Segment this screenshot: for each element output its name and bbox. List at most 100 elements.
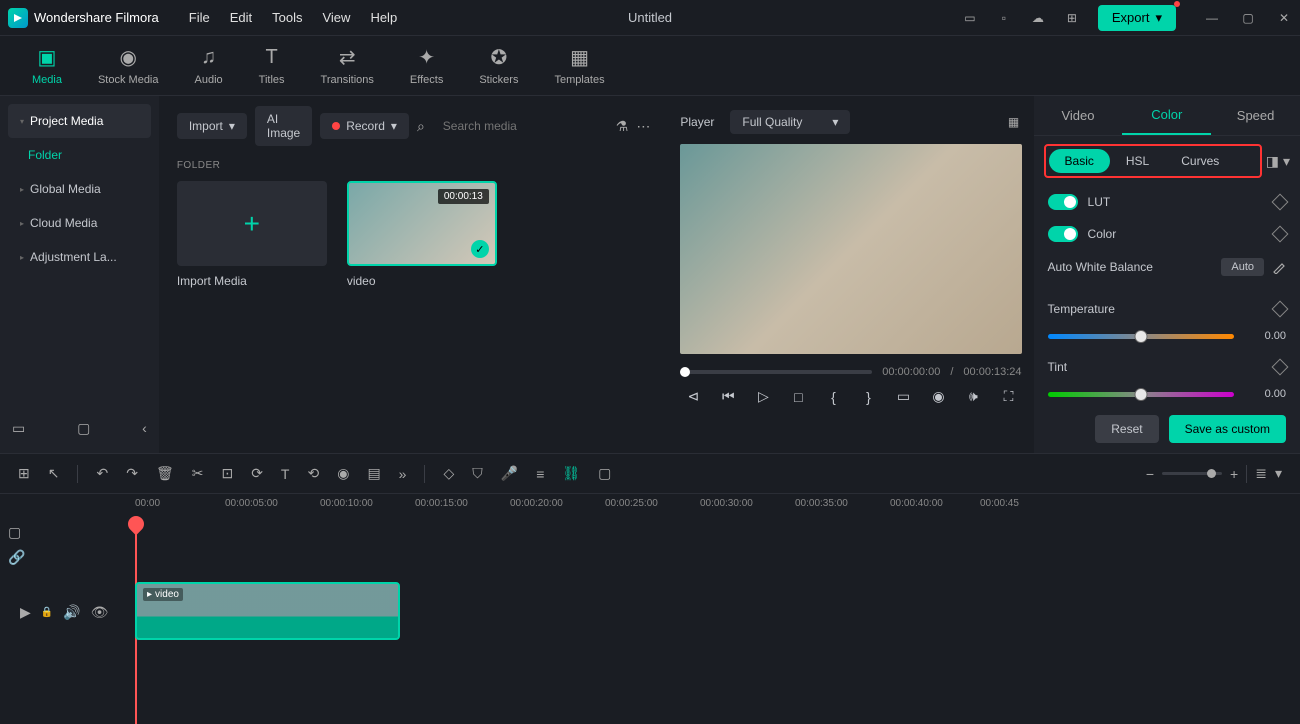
frame-icon[interactable]: ▢ bbox=[598, 465, 611, 482]
cloud-icon[interactable]: ☁ bbox=[1030, 10, 1046, 26]
import-button[interactable]: Import▾ bbox=[177, 113, 247, 139]
undo-icon[interactable]: ↶ bbox=[96, 465, 108, 482]
magnet-icon[interactable]: ⛓ bbox=[562, 465, 580, 482]
preview-canvas[interactable] bbox=[680, 144, 1021, 354]
device-icon[interactable]: ▭ bbox=[962, 10, 978, 26]
zoom-out-icon[interactable]: − bbox=[1146, 466, 1154, 482]
zoom-slider[interactable] bbox=[1162, 472, 1222, 475]
video-track-icon[interactable]: ▶ bbox=[20, 604, 31, 621]
menu-tools[interactable]: Tools bbox=[272, 10, 302, 25]
cut-icon[interactable]: ✂ bbox=[192, 465, 204, 482]
tab-stickers[interactable]: ✪Stickers bbox=[465, 42, 532, 90]
keyframe-icon[interactable] bbox=[1272, 301, 1289, 318]
progress-track[interactable] bbox=[680, 370, 872, 374]
grid-icon[interactable]: ⊞ bbox=[18, 465, 30, 482]
maximize-icon[interactable]: ▢ bbox=[1240, 10, 1256, 26]
color-toggle[interactable] bbox=[1048, 226, 1078, 242]
link-icon[interactable]: 🔗 bbox=[8, 549, 25, 566]
menu-view[interactable]: View bbox=[322, 10, 350, 25]
stop-icon[interactable]: □ bbox=[789, 389, 807, 405]
temperature-slider[interactable] bbox=[1048, 334, 1234, 339]
timeline-ruler[interactable]: 00:00 00:00:05:00 00:00:10:00 00:00:15:0… bbox=[0, 494, 1300, 524]
visibility-icon[interactable]: 👁 bbox=[91, 604, 109, 621]
rotate-icon[interactable]: ⟲ bbox=[307, 465, 319, 482]
tint-value[interactable]: 0.00 bbox=[1246, 388, 1286, 400]
prev-frame-icon[interactable]: ⊲ bbox=[684, 388, 702, 405]
save-custom-button[interactable]: Save as custom bbox=[1169, 415, 1286, 443]
tab-titles[interactable]: TTitles bbox=[245, 42, 299, 90]
quality-select[interactable]: Full Quality▾ bbox=[730, 110, 850, 134]
sidebar-project-media[interactable]: ▾Project Media bbox=[8, 104, 151, 138]
keyframe-icon[interactable] bbox=[1272, 226, 1289, 243]
snapshot-icon[interactable]: ▦ bbox=[1006, 114, 1022, 130]
timeline-clip[interactable]: ▸video bbox=[135, 582, 400, 640]
chevron-down-icon[interactable]: ▾ bbox=[1283, 153, 1290, 170]
props-tab-color[interactable]: Color bbox=[1122, 96, 1211, 135]
sidebar-cloud-media[interactable]: ▸Cloud Media bbox=[8, 206, 151, 240]
new-folder-icon[interactable]: ▭ bbox=[12, 420, 25, 437]
subtab-hsl[interactable]: HSL bbox=[1110, 149, 1165, 173]
display-icon[interactable]: ▭ bbox=[894, 388, 912, 405]
shield-icon[interactable]: ⛉ bbox=[472, 465, 483, 482]
track-add-icon[interactable]: ▢ bbox=[8, 524, 25, 541]
reset-button[interactable]: Reset bbox=[1095, 415, 1158, 443]
mixer-icon[interactable]: ≡ bbox=[536, 466, 544, 482]
tab-audio[interactable]: ♫Audio bbox=[181, 42, 237, 90]
slider-handle[interactable] bbox=[1134, 388, 1147, 401]
search-input[interactable] bbox=[433, 113, 608, 139]
keyframe-icon[interactable] bbox=[1272, 359, 1289, 376]
subtab-curves[interactable]: Curves bbox=[1165, 149, 1235, 173]
mic-icon[interactable]: 🎤 bbox=[501, 465, 518, 482]
export-button[interactable]: Export ▾ bbox=[1098, 5, 1176, 31]
more-tools-icon[interactable]: » bbox=[399, 466, 407, 482]
more-icon[interactable]: ⋯ bbox=[636, 118, 650, 135]
slider-handle[interactable] bbox=[1134, 330, 1147, 343]
text-icon[interactable]: T bbox=[281, 466, 290, 482]
media-clip[interactable]: 00:00:13 ✓ video bbox=[347, 181, 497, 288]
record-button[interactable]: Record▾ bbox=[320, 113, 409, 139]
lut-toggle[interactable] bbox=[1048, 194, 1078, 210]
redo-icon[interactable]: ↷ bbox=[126, 465, 138, 482]
folder-icon[interactable]: ▢ bbox=[77, 420, 90, 437]
ai-image-button[interactable]: AI Image bbox=[255, 106, 312, 146]
keyframe-icon[interactable] bbox=[1272, 194, 1289, 211]
compare-icon[interactable]: ◨ bbox=[1266, 153, 1279, 170]
tab-templates[interactable]: ▦Templates bbox=[540, 42, 618, 90]
adjust-icon[interactable]: ▤ bbox=[367, 465, 380, 482]
eyedropper-icon[interactable] bbox=[1272, 260, 1286, 274]
zoom-in-icon[interactable]: + bbox=[1230, 466, 1238, 482]
cursor-icon[interactable]: ↖ bbox=[48, 465, 60, 482]
tint-slider[interactable] bbox=[1048, 392, 1234, 397]
auto-button[interactable]: Auto bbox=[1221, 258, 1264, 276]
step-back-icon[interactable]: ⏮ bbox=[719, 388, 737, 405]
tab-stock-media[interactable]: ◉Stock Media bbox=[84, 42, 173, 90]
color-icon[interactable]: ◉ bbox=[337, 465, 349, 482]
crop-icon[interactable]: ⊡ bbox=[221, 465, 233, 482]
collapse-icon[interactable]: ‹ bbox=[142, 420, 147, 437]
play-icon[interactable]: ▷ bbox=[754, 388, 772, 405]
save-icon[interactable]: ▫ bbox=[996, 10, 1012, 26]
subtab-basic[interactable]: Basic bbox=[1049, 149, 1110, 173]
speed-icon[interactable]: ⟳ bbox=[251, 465, 263, 482]
mute-icon[interactable]: 🔊 bbox=[63, 604, 80, 621]
volume-icon[interactable]: 🕪 bbox=[964, 388, 982, 405]
tab-media[interactable]: ▣Media bbox=[18, 42, 76, 90]
menu-help[interactable]: Help bbox=[370, 10, 397, 25]
close-icon[interactable]: ✕ bbox=[1276, 10, 1292, 26]
fullscreen-icon[interactable]: ⛶ bbox=[999, 388, 1017, 405]
chevron-down-icon[interactable]: ▾ bbox=[1275, 465, 1282, 482]
tab-transitions[interactable]: ⇄Transitions bbox=[307, 42, 388, 90]
sidebar-folder[interactable]: Folder bbox=[8, 138, 151, 172]
marker-icon[interactable]: ◇ bbox=[443, 465, 454, 482]
mark-out-icon[interactable]: } bbox=[859, 389, 877, 405]
menu-edit[interactable]: Edit bbox=[230, 10, 252, 25]
temperature-value[interactable]: 0.00 bbox=[1246, 330, 1286, 342]
minimize-icon[interactable]: — bbox=[1204, 10, 1220, 26]
props-tab-video[interactable]: Video bbox=[1034, 96, 1123, 135]
list-icon[interactable]: ≣ bbox=[1255, 465, 1267, 482]
props-tab-speed[interactable]: Speed bbox=[1211, 96, 1300, 135]
filter-icon[interactable]: ⚗ bbox=[616, 118, 629, 135]
progress-handle[interactable] bbox=[680, 367, 690, 377]
sidebar-adjustment-layer[interactable]: ▸Adjustment La... bbox=[8, 240, 151, 274]
menu-file[interactable]: File bbox=[189, 10, 210, 25]
